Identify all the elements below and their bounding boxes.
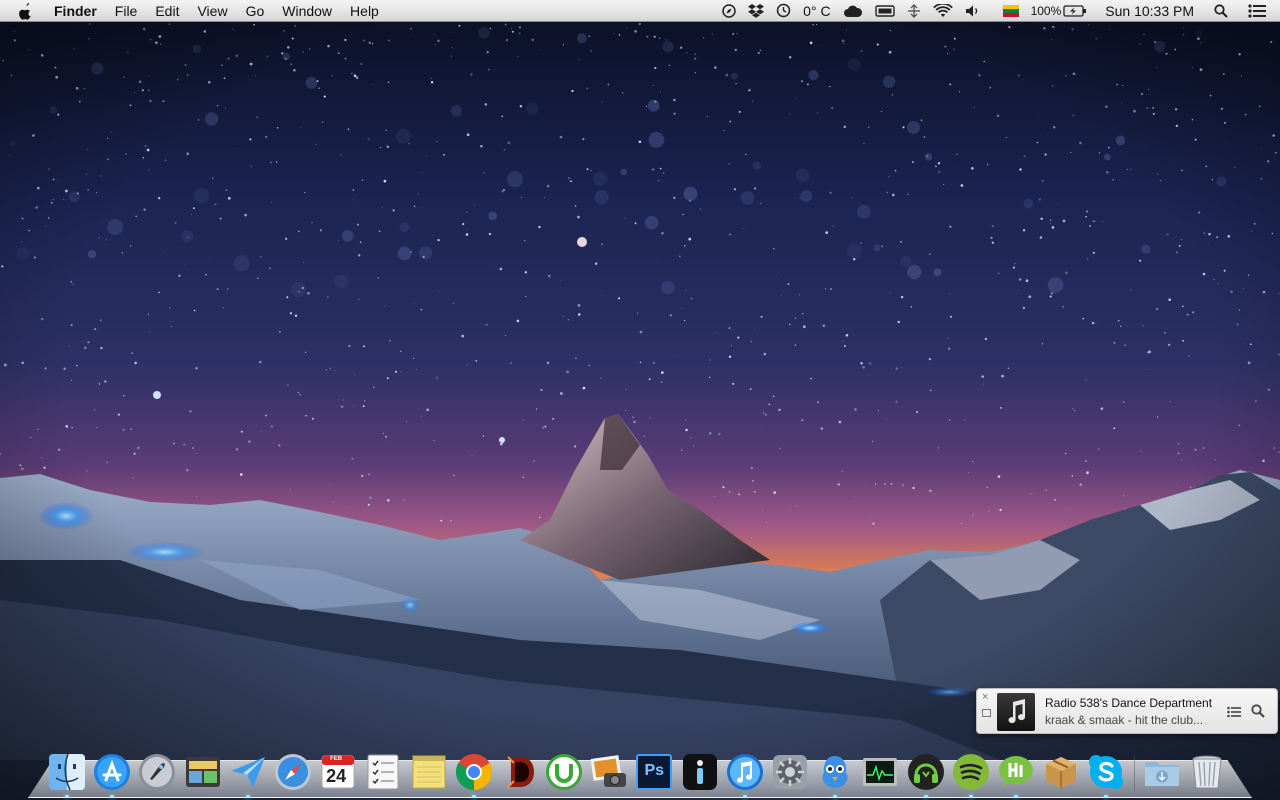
downloads-folder-icon[interactable]: [1142, 752, 1182, 792]
calendar-day: 24: [326, 766, 347, 786]
itunes-icon[interactable]: [725, 752, 765, 798]
now-playing-title: Radio 538's Dance Department: [1045, 696, 1213, 710]
battery-percent[interactable]: 100%: [1031, 0, 1062, 22]
trash-icon[interactable]: [1187, 752, 1227, 792]
wifi-icon[interactable]: [932, 0, 953, 22]
utorrent-icon[interactable]: [544, 752, 584, 792]
input-source-flag-icon[interactable]: [1002, 0, 1019, 22]
running-indicator: [245, 795, 250, 798]
finder-app-menu[interactable]: Finder: [50, 0, 106, 22]
iphoto-icon[interactable]: [589, 752, 629, 792]
edit-menu[interactable]: Edit: [146, 0, 188, 22]
calendar-icon[interactable]: FEB 24: [318, 752, 358, 792]
headphones-app-icon[interactable]: [906, 752, 946, 798]
weather-temperature[interactable]: 0° C: [803, 0, 830, 22]
running-indicator: [968, 795, 973, 798]
notes-icon[interactable]: [409, 752, 449, 792]
app-store-icon[interactable]: [92, 752, 132, 798]
cloud-icon[interactable]: [843, 0, 863, 22]
battery-icon[interactable]: [1063, 0, 1087, 22]
spotify-icon[interactable]: [951, 752, 991, 798]
messages-icon[interactable]: [996, 752, 1036, 798]
running-indicator: [1013, 795, 1018, 798]
window-menu[interactable]: Window: [273, 0, 341, 22]
tweetbot-icon[interactable]: [815, 752, 855, 798]
spotlight-search-icon[interactable]: [1214, 0, 1228, 22]
playlist-list-icon[interactable]: [1227, 705, 1241, 723]
desktop-wallpaper: [0, 0, 1280, 800]
compass-icon[interactable]: [722, 0, 736, 22]
reminders-icon[interactable]: [363, 752, 403, 792]
info-app-icon[interactable]: [680, 752, 720, 792]
dropbox-icon[interactable]: [748, 0, 765, 22]
notification-close-button[interactable]: ×: [982, 691, 988, 703]
sparrow-mail-icon[interactable]: [228, 752, 268, 798]
clock[interactable]: Sun 10:33 PM: [1105, 0, 1194, 22]
photoshop-icon[interactable]: Ps: [634, 752, 674, 792]
notification-search-icon[interactable]: [1251, 704, 1265, 723]
finder-icon[interactable]: [47, 752, 87, 798]
volume-icon[interactable]: [965, 0, 983, 22]
running-indicator: [65, 795, 69, 798]
running-indicator: [471, 795, 476, 798]
launchpad-icon[interactable]: [137, 752, 177, 792]
time-machine-icon[interactable]: [776, 0, 791, 22]
activity-monitor-icon[interactable]: [860, 752, 900, 792]
go-menu[interactable]: Go: [237, 0, 274, 22]
apple-menu-icon[interactable]: [18, 2, 36, 20]
skype-icon[interactable]: [1086, 752, 1126, 798]
file-menu[interactable]: File: [106, 0, 147, 22]
notification-center-icon[interactable]: [1248, 0, 1266, 22]
diablo-icon[interactable]: [499, 752, 539, 792]
help-menu[interactable]: Help: [341, 0, 388, 22]
safari-icon[interactable]: [273, 752, 313, 792]
memory-meter-icon[interactable]: [874, 0, 895, 22]
dock-separator: [1133, 756, 1135, 792]
now-playing-notification[interactable]: × Radio 538's Dance Department kraak & s…: [976, 688, 1278, 734]
calendar-month: FEB: [330, 756, 343, 762]
running-indicator: [742, 795, 747, 798]
view-menu[interactable]: View: [188, 0, 236, 22]
box-app-icon[interactable]: [1041, 752, 1081, 792]
album-art-music-note-icon: [997, 693, 1035, 731]
running-indicator: [923, 795, 928, 798]
chrome-icon[interactable]: [454, 752, 494, 798]
now-playing-subtitle: kraak & smaak - hit the club...: [1045, 713, 1204, 727]
photo-booth-icon[interactable]: [183, 752, 223, 792]
dock: FEB 24 Ps: [47, 744, 1232, 798]
notification-minimize-button[interactable]: [982, 709, 991, 717]
menu-bar: Finder File Edit View Go Window Help 0° …: [0, 0, 1280, 22]
photoshop-label: Ps: [644, 762, 665, 779]
system-preferences-icon[interactable]: [770, 752, 810, 792]
network-activity-icon[interactable]: [907, 0, 921, 22]
